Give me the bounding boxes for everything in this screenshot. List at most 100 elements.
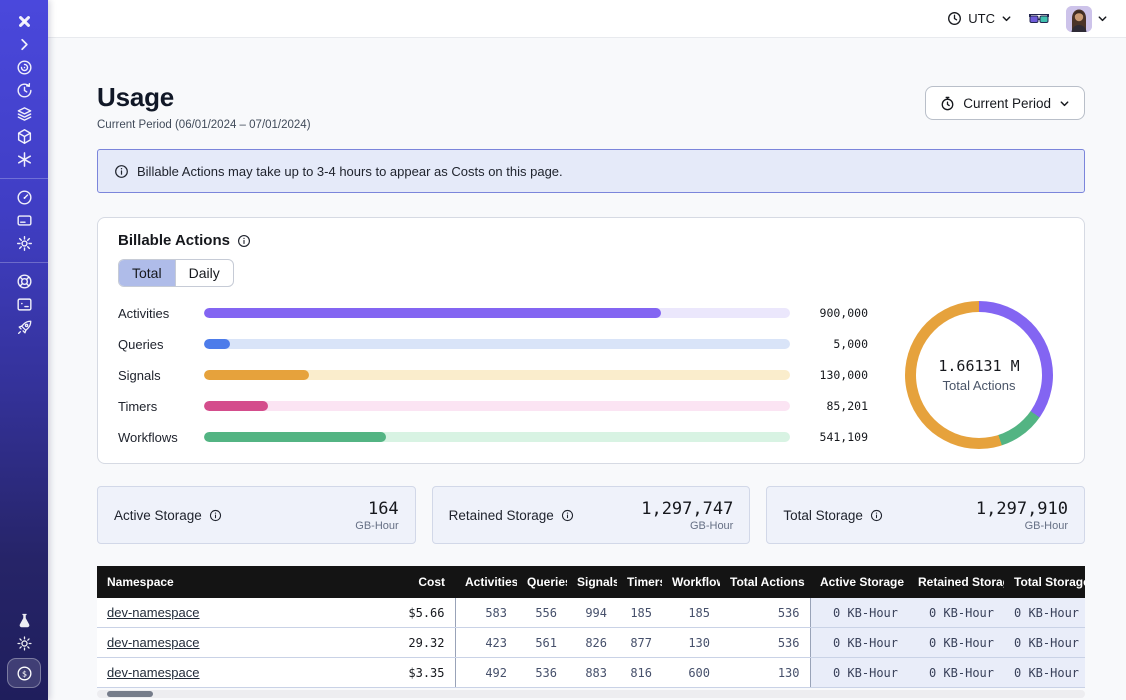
schedules-icon[interactable] [0,79,48,102]
chevron-down-icon [1097,13,1108,24]
column-header-activities: Activities [455,566,517,598]
labs-flask-icon[interactable] [0,609,48,632]
storage-card-unit: GB-Hour [641,520,733,532]
namespace-link[interactable]: dev-namespace [107,635,200,650]
workflows-cell: 600 [662,658,720,688]
user-menu[interactable] [1066,6,1108,32]
active_storage-cell: 0 KB-Hour [810,658,908,688]
signals-cell: 994 [567,598,617,628]
sidebar-divider [0,178,48,179]
storage-card-label: Active Storage [114,508,202,523]
total_storage-cell: 0 KB-Hour [1004,628,1085,658]
total_actions-cell: 130 [720,658,810,688]
storage-card-value: 164 [355,499,398,519]
active-storage-card: Active Storage 164 GB-Hour [97,486,416,544]
bar-value: 130,000 [804,368,868,382]
temporal-logo-icon[interactable] [0,10,48,33]
info-icon[interactable] [870,509,883,522]
avatar [1066,6,1092,32]
total_storage-cell: 0 KB-Hour [1004,598,1085,628]
info-banner-text: Billable Actions may take up to 3-4 hour… [137,164,563,179]
horizontal-scrollbar[interactable] [97,690,1085,698]
donut-total-label: Total Actions [943,378,1016,393]
info-icon[interactable] [561,509,574,522]
info-icon[interactable] [209,509,222,522]
info-icon [114,164,129,179]
cost-cell: 29.32 [355,628,455,658]
clock-icon [947,11,962,26]
bar-row-timers: Timers 85,201 [118,399,868,414]
billable-actions-card: Billable Actions Total Daily Activities … [97,217,1085,464]
activities-cell: 492 [455,658,517,688]
retained-storage-card: Retained Storage 1,297,747 GB-Hour [432,486,751,544]
chevron-down-icon [1059,98,1070,109]
dollar-coin-icon[interactable]: $ [7,658,41,688]
table-header: NamespaceCostActivitiesQueriesSignalsTim… [97,566,1085,598]
info-icon[interactable] [237,234,251,248]
info-banner: Billable Actions may take up to 3-4 hour… [97,149,1085,193]
layers-icon[interactable] [0,102,48,125]
bar-value: 5,000 [804,337,868,351]
bar-row-activities: Activities 900,000 [118,306,868,321]
period-dropdown-button[interactable]: Current Period [925,86,1085,120]
column-header-retained_storage: Retained Storage [908,566,1004,598]
total_actions-cell: 536 [720,628,810,658]
namespace-cell: dev-namespace [97,658,355,688]
column-header-namespace: Namespace [97,566,355,598]
usage-gauge-icon[interactable] [0,186,48,209]
bar-track [204,370,790,380]
column-header-workflows: Workflows [662,566,720,598]
namespace-link[interactable]: dev-namespace [107,605,200,620]
column-header-active_storage: Active Storage [810,566,908,598]
donut-chart: 1.66131 M Total Actions [905,301,1053,449]
expand-icon[interactable] [0,33,48,56]
glasses-icon[interactable] [1028,11,1050,27]
stopwatch-icon [940,96,955,111]
total_actions-cell: 536 [720,598,810,628]
storage-card-value: 1,297,747 [641,499,733,519]
signals-cell: 883 [567,658,617,688]
activities-cell: 423 [455,628,517,658]
column-header-total_actions: Total Actions [720,566,810,598]
active_storage-cell: 0 KB-Hour [810,628,908,658]
rocket-icon[interactable] [0,316,48,339]
bar-label: Activities [118,306,190,321]
namespaces-icon[interactable] [0,56,48,79]
support-lifebuoy-icon[interactable] [0,270,48,293]
bar-fill [204,308,661,318]
period-dropdown-label: Current Period [963,96,1051,111]
timers-cell: 185 [617,598,662,628]
storage-card-label: Retained Storage [449,508,554,523]
bar-row-workflows: Workflows 541,109 [118,430,868,445]
signals-cell: 826 [567,628,617,658]
column-header-queries: Queries [517,566,567,598]
sidebar: $ [0,0,48,700]
storage-summary-row: Active Storage 164 GB-Hour Retained Stor… [97,486,1085,544]
deployments-icon[interactable] [0,125,48,148]
storage-card-unit: GB-Hour [355,520,398,532]
column-header-signals: Signals [567,566,617,598]
timezone-selector[interactable]: UTC [947,11,1012,26]
bar-label: Workflows [118,430,190,445]
cost-cell: $5.66 [355,598,455,628]
billing-card-icon[interactable] [0,209,48,232]
bar-track [204,401,790,411]
namespace-link[interactable]: dev-namespace [107,665,200,680]
bar-value: 541,109 [804,430,868,444]
tab-daily[interactable]: Daily [175,260,233,286]
timers-cell: 877 [617,628,662,658]
bar-track [204,308,790,318]
queries-cell: 561 [517,628,567,658]
theme-sun-icon[interactable] [0,632,48,655]
table-row: dev-namespace$5.665835569941851855360 KB… [97,598,1085,628]
retained_storage-cell: 0 KB-Hour [908,598,1004,628]
nexus-icon[interactable] [0,148,48,171]
settings-gear-icon[interactable] [0,232,48,255]
timers-cell: 816 [617,658,662,688]
table-row: dev-namespace$3.354925368838166001300 KB… [97,658,1085,688]
docs-terminal-icon[interactable] [0,293,48,316]
bar-label: Queries [118,337,190,352]
bar-value: 900,000 [804,306,868,320]
tab-total[interactable]: Total [119,260,175,286]
scrollbar-thumb[interactable] [107,691,153,697]
